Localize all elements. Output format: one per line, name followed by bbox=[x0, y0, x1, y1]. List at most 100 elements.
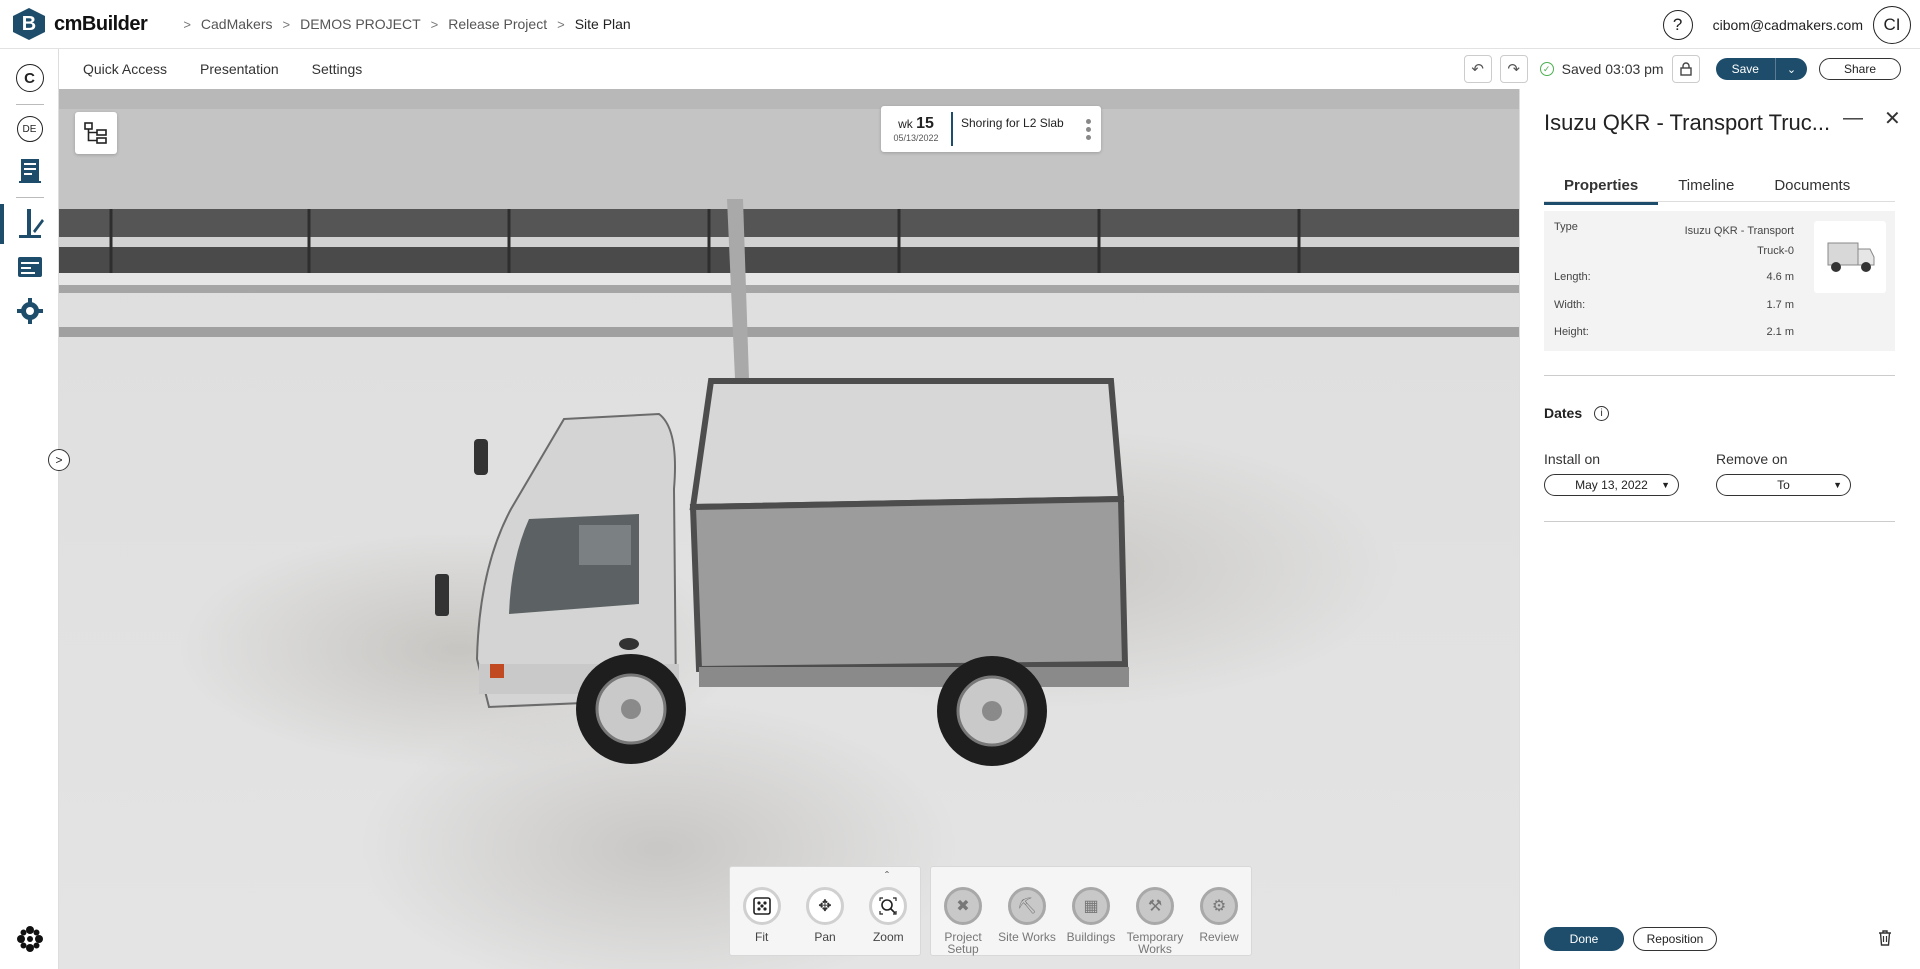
3d-viewport[interactable]: wk 15 05/13/2022 Shoring for L2 Slab ˆ F… bbox=[59, 89, 1519, 969]
week-date: 05/13/2022 bbox=[893, 133, 939, 143]
review-button[interactable]: ⚙ Review bbox=[1187, 867, 1251, 955]
view-tools-dock: ˆ Fit ✥ Pan Zoom bbox=[729, 866, 921, 956]
menu-settings[interactable]: Settings bbox=[312, 61, 363, 77]
buildings-icon: ▦ bbox=[1072, 887, 1110, 925]
buildings-button[interactable]: ▦ Buildings bbox=[1059, 867, 1123, 955]
save-status: ✓ Saved 03:03 pm bbox=[1539, 61, 1664, 77]
week-indicator[interactable]: wk 15 05/13/2022 Shoring for L2 Slab bbox=[881, 106, 1101, 152]
prop-width-value: 1.7 m bbox=[1766, 299, 1794, 311]
prop-length-value: 4.6 m bbox=[1766, 271, 1794, 283]
language-badge[interactable]: DE bbox=[0, 116, 59, 142]
prop-width: Width: 1.7 m bbox=[1554, 299, 1794, 311]
left-rail: C DE bbox=[0, 49, 59, 969]
pan-button[interactable]: ✥ Pan bbox=[793, 867, 856, 955]
chevron-up-icon[interactable]: ˆ bbox=[885, 869, 889, 883]
prop-height: Height: 2.1 m bbox=[1554, 326, 1794, 338]
scene-tree-button[interactable] bbox=[75, 112, 117, 154]
redo-icon[interactable]: ↷ bbox=[1499, 55, 1528, 83]
temporary-works-button[interactable]: ⚒ Temporary Works bbox=[1123, 867, 1187, 955]
logo-icon: B bbox=[13, 8, 45, 40]
breadcrumb: > CadMakers > DEMOS PROJECT > Release Pr… bbox=[173, 16, 630, 32]
buildings-label: Buildings bbox=[1066, 930, 1116, 944]
done-button[interactable]: Done bbox=[1544, 927, 1624, 951]
chevron-right-icon: > bbox=[282, 16, 291, 32]
saved-time: Saved 03:03 pm bbox=[1561, 61, 1664, 77]
site-works-icon: ⛏ bbox=[1008, 887, 1046, 925]
more-vertical-icon[interactable] bbox=[1081, 118, 1095, 140]
chevron-right-icon: > bbox=[183, 16, 191, 32]
breadcrumb-current[interactable]: Site Plan bbox=[575, 16, 631, 32]
chevron-right-icon: > bbox=[430, 16, 439, 32]
breadcrumb-item[interactable]: CadMakers bbox=[201, 16, 273, 32]
prop-height-value: 2.1 m bbox=[1766, 326, 1794, 338]
install-date-select[interactable]: May 13, 2022 ▼ bbox=[1544, 474, 1679, 496]
week-task: Shoring for L2 Slab bbox=[961, 116, 1064, 130]
check-icon: ✓ bbox=[1539, 62, 1554, 76]
panel-title: Isuzu QKR - Transport Truc... bbox=[1544, 110, 1831, 135]
caret-down-icon: ▼ bbox=[1833, 480, 1842, 490]
remove-date-select[interactable]: To ▼ bbox=[1716, 474, 1851, 496]
install-on-label: Install on bbox=[1544, 451, 1601, 467]
company-badge[interactable]: C bbox=[0, 64, 59, 92]
zoom-icon bbox=[869, 887, 908, 925]
save-group: Save ⌄ bbox=[1715, 58, 1807, 80]
properties-panel: Isuzu QKR - Transport Truc... — ✕ Proper… bbox=[1519, 89, 1920, 969]
trash-icon[interactable] bbox=[1877, 929, 1893, 952]
share-button[interactable]: Share bbox=[1818, 58, 1901, 80]
site-plan-icon[interactable] bbox=[0, 207, 59, 241]
fit-button[interactable]: Fit bbox=[730, 867, 793, 955]
scene-render bbox=[59, 89, 1519, 766]
prop-type-label: Type bbox=[1554, 221, 1578, 233]
hierarchy-icon bbox=[84, 122, 107, 144]
undo-icon[interactable]: ↶ bbox=[1463, 55, 1492, 83]
properties-box: Type Isuzu QKR - Transport Truck-0 Lengt… bbox=[1544, 211, 1895, 351]
menu-presentation[interactable]: Presentation bbox=[200, 61, 279, 77]
reposition-button[interactable]: Reposition bbox=[1633, 927, 1717, 951]
secondary-toolbar: Quick Access Presentation Settings ↶ ↷ ✓… bbox=[59, 49, 1920, 89]
documents-icon[interactable] bbox=[0, 157, 59, 185]
schedule-icon[interactable] bbox=[0, 253, 59, 281]
rail-divider bbox=[16, 104, 44, 105]
site-works-label: Site Works bbox=[998, 930, 1056, 944]
close-icon[interactable]: ✕ bbox=[1884, 106, 1901, 131]
remove-date-value: To bbox=[1777, 478, 1790, 492]
fit-label: Fit bbox=[754, 930, 769, 944]
zoom-label: Zoom bbox=[872, 930, 904, 944]
prop-height-label: Height: bbox=[1554, 326, 1589, 338]
user-email[interactable]: cibom@cadmakers.com bbox=[1713, 17, 1863, 33]
remove-on-label: Remove on bbox=[1716, 451, 1788, 467]
rail-divider bbox=[16, 197, 44, 198]
lock-icon[interactable] bbox=[1671, 55, 1700, 83]
prop-type-value: Isuzu QKR - Transport Truck-0 bbox=[1684, 225, 1794, 257]
info-icon[interactable]: i bbox=[1594, 405, 1610, 421]
app-logo[interactable]: B cmBuilder bbox=[13, 8, 148, 40]
fit-icon bbox=[742, 887, 781, 925]
temporary-works-icon: ⚒ bbox=[1136, 887, 1174, 925]
prop-length: Length: 4.6 m bbox=[1554, 271, 1794, 283]
week-number: 15 bbox=[916, 115, 934, 132]
breadcrumb-item[interactable]: DEMOS PROJECT bbox=[300, 16, 421, 32]
prop-width-label: Width: bbox=[1554, 299, 1586, 311]
help-icon[interactable]: ? bbox=[1662, 9, 1693, 40]
site-works-button[interactable]: ⛏ Site Works bbox=[995, 867, 1059, 955]
project-setup-label: Project Setup bbox=[944, 930, 982, 956]
truck-thumbnail bbox=[1814, 221, 1886, 293]
dates-heading: Dates i bbox=[1544, 405, 1610, 421]
app-name: cmBuilder bbox=[54, 12, 148, 35]
user-avatar[interactable]: CI bbox=[1873, 5, 1911, 44]
breadcrumb-item[interactable]: Release Project bbox=[448, 16, 547, 32]
project-setup-button[interactable]: ✖ Project Setup bbox=[931, 867, 995, 955]
project-setup-icon: ✖ bbox=[944, 887, 982, 925]
week-label: wk bbox=[898, 117, 913, 131]
expand-panel-icon[interactable]: > bbox=[48, 449, 70, 471]
minimize-icon[interactable]: — bbox=[1843, 107, 1863, 130]
save-button[interactable]: Save bbox=[1715, 58, 1775, 80]
apps-grid-icon[interactable] bbox=[0, 925, 59, 953]
chevron-right-icon: > bbox=[557, 16, 565, 32]
section-divider bbox=[1544, 375, 1895, 376]
prop-length-label: Length: bbox=[1554, 271, 1591, 283]
review-label: Review bbox=[1199, 930, 1239, 944]
settings-gear-icon[interactable] bbox=[0, 297, 59, 325]
save-options-chevron-icon[interactable]: ⌄ bbox=[1774, 58, 1807, 80]
menu-quick-access[interactable]: Quick Access bbox=[83, 61, 167, 77]
